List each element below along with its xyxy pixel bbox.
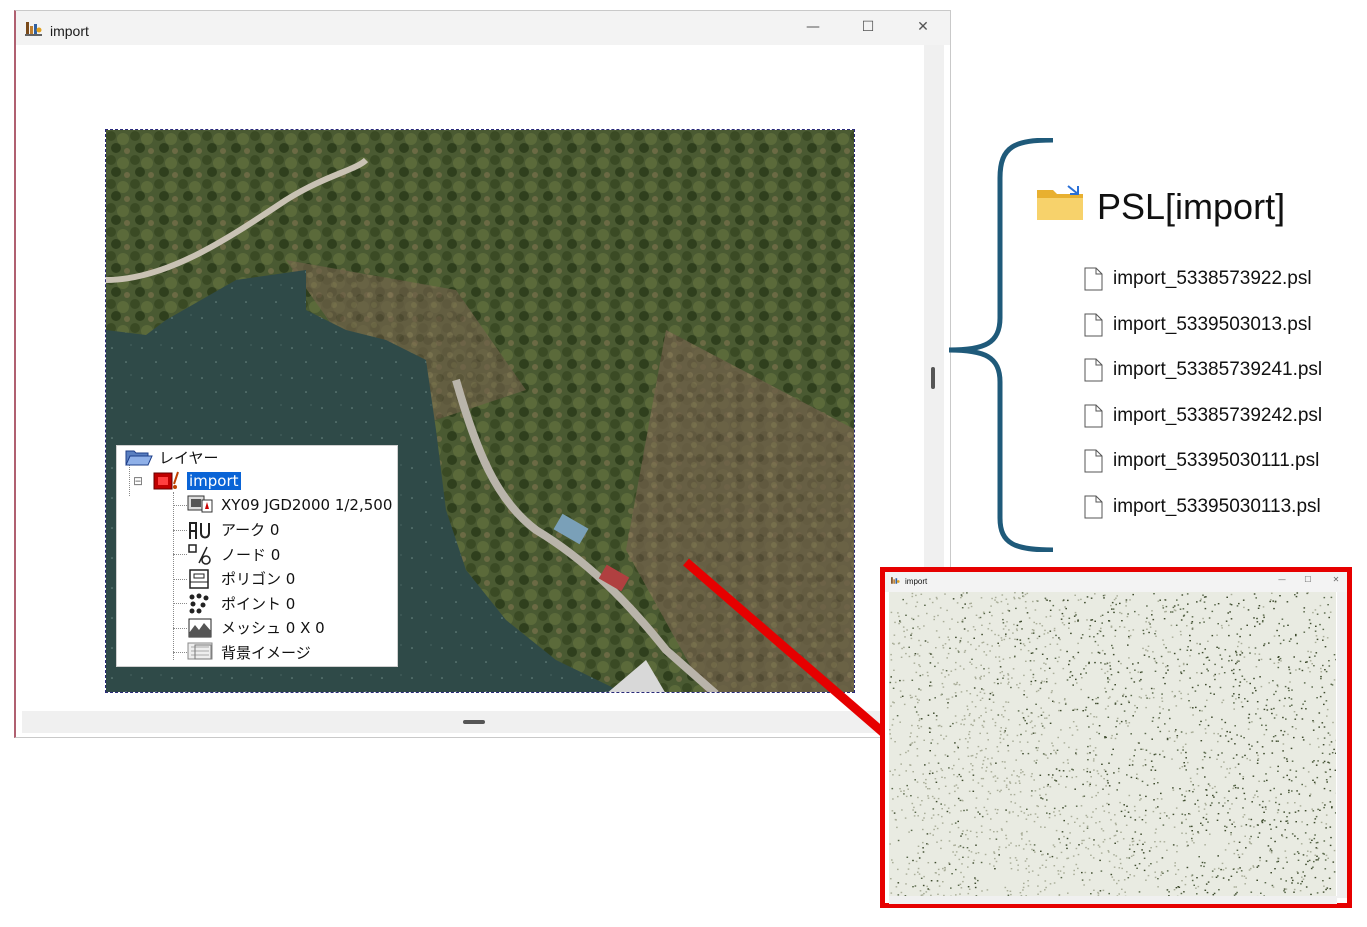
- window-title: import: [50, 23, 89, 39]
- file-name: import_5339503013.psl: [1113, 313, 1312, 335]
- file-item[interactable]: import_5338573922.psl: [1083, 266, 1312, 292]
- tree-item[interactable]: ポイント 0: [187, 592, 295, 614]
- point-icon: [189, 593, 209, 614]
- tree-item-label: アーク 0: [221, 521, 280, 539]
- tree-item[interactable]: XY09 JGD2000 1/2,500: [187, 494, 392, 516]
- tree-root-layers[interactable]: レイヤー: [123, 446, 219, 468]
- inset-minimize-button[interactable]: —: [1275, 575, 1289, 587]
- tree-layer-import[interactable]: ⊟ import: [133, 470, 241, 492]
- layer-tree-panel: レイヤー ⊟ import XY09 JGD2000 1/2,500 アーク 0 ノ…: [116, 445, 398, 667]
- tree-item[interactable]: ポリゴン 0: [187, 568, 295, 590]
- file-name: import_53395030111.psl: [1113, 450, 1320, 472]
- tree-item-label: ポリゴン 0: [221, 570, 296, 588]
- inset-titlebar[interactable]: import — ☐ ✕: [885, 572, 1347, 592]
- file-item[interactable]: import_53395030113.psl: [1083, 494, 1321, 520]
- file-icon: [1084, 495, 1103, 519]
- tree-root-label: レイヤー: [159, 448, 219, 467]
- file-name: import_53395030113.psl: [1113, 496, 1321, 517]
- tree-item-label: 背景イメージ: [221, 643, 311, 662]
- inset-horizontal-scrollbar[interactable]: [889, 896, 1337, 904]
- file-icon: [1084, 358, 1103, 382]
- map-view-area[interactable]: レイヤー ⊟ import XY09 JGD2000 1/2,500 アーク 0 ノ…: [22, 45, 923, 711]
- tree-item-label: XY09 JGD2000 1/2,500: [221, 496, 393, 514]
- node-icon: [188, 544, 211, 565]
- collapse-icon[interactable]: ⊟: [133, 474, 153, 488]
- point-cloud-image: [889, 592, 1336, 896]
- vertical-scroll-thumb[interactable]: [931, 367, 935, 389]
- file-icon: [1084, 404, 1103, 428]
- import-window: import — ☐ ✕ レイヤー ⊟ import XY09 JGD2000 …: [14, 10, 951, 738]
- tree-item[interactable]: 背景イメージ: [187, 641, 311, 663]
- tree-item-label: ポイント 0: [221, 594, 296, 613]
- close-button[interactable]: ✕: [903, 14, 943, 40]
- file-icon: [1084, 267, 1103, 291]
- file-item[interactable]: import_53385739241.psl: [1083, 357, 1322, 383]
- inset-vertical-scrollbar[interactable]: [1337, 592, 1347, 898]
- window-titlebar[interactable]: import — ☐ ✕: [16, 11, 950, 45]
- file-item[interactable]: import_53395030111.psl: [1083, 448, 1319, 474]
- tree-item-label: メッシュ 0 X 0: [221, 619, 325, 637]
- point-cloud-view[interactable]: [889, 592, 1336, 896]
- inset-window-title: import: [905, 577, 928, 586]
- inset-app-icon: [891, 577, 900, 584]
- tree-item-label: ノード 0: [221, 545, 281, 564]
- tree-item[interactable]: アーク 0: [187, 519, 279, 541]
- coordinate-system-icon: [187, 495, 213, 513]
- file-icon: [1084, 313, 1103, 337]
- horizontal-scroll-thumb[interactable]: [463, 720, 485, 724]
- minimize-button[interactable]: —: [793, 14, 833, 40]
- layer-icon: [153, 471, 179, 490]
- app-icon: [25, 22, 42, 36]
- zoomed-inset-window: import — ☐ ✕: [880, 567, 1352, 908]
- file-name: import_53385739242.psl: [1113, 404, 1323, 426]
- polygon-icon: [189, 568, 209, 589]
- open-folder-icon: [125, 450, 153, 466]
- file-name: import_53385739241.psl: [1113, 359, 1323, 381]
- folder-name[interactable]: PSL[import]: [1097, 186, 1285, 228]
- aerial-map-image[interactable]: レイヤー ⊟ import XY09 JGD2000 1/2,500 アーク 0 ノ…: [105, 129, 855, 693]
- file-icon: [1084, 449, 1103, 473]
- file-item[interactable]: import_53385739242.psl: [1083, 403, 1322, 429]
- inset-maximize-button[interactable]: ☐: [1301, 575, 1315, 587]
- background-image-icon: [187, 642, 213, 660]
- tree-item[interactable]: メッシュ 0 X 0: [187, 617, 325, 639]
- mesh-icon: [188, 618, 212, 637]
- tree-layer-label: import: [187, 472, 241, 490]
- inset-close-button[interactable]: ✕: [1329, 575, 1343, 587]
- tree-item[interactable]: ノード 0: [187, 543, 280, 565]
- file-item[interactable]: import_5339503013.psl: [1083, 312, 1312, 338]
- maximize-button[interactable]: ☐: [848, 14, 888, 40]
- folder-icon: [1037, 185, 1083, 220]
- file-name: import_5338573922.psl: [1113, 268, 1312, 289]
- arc-icon: [189, 521, 210, 539]
